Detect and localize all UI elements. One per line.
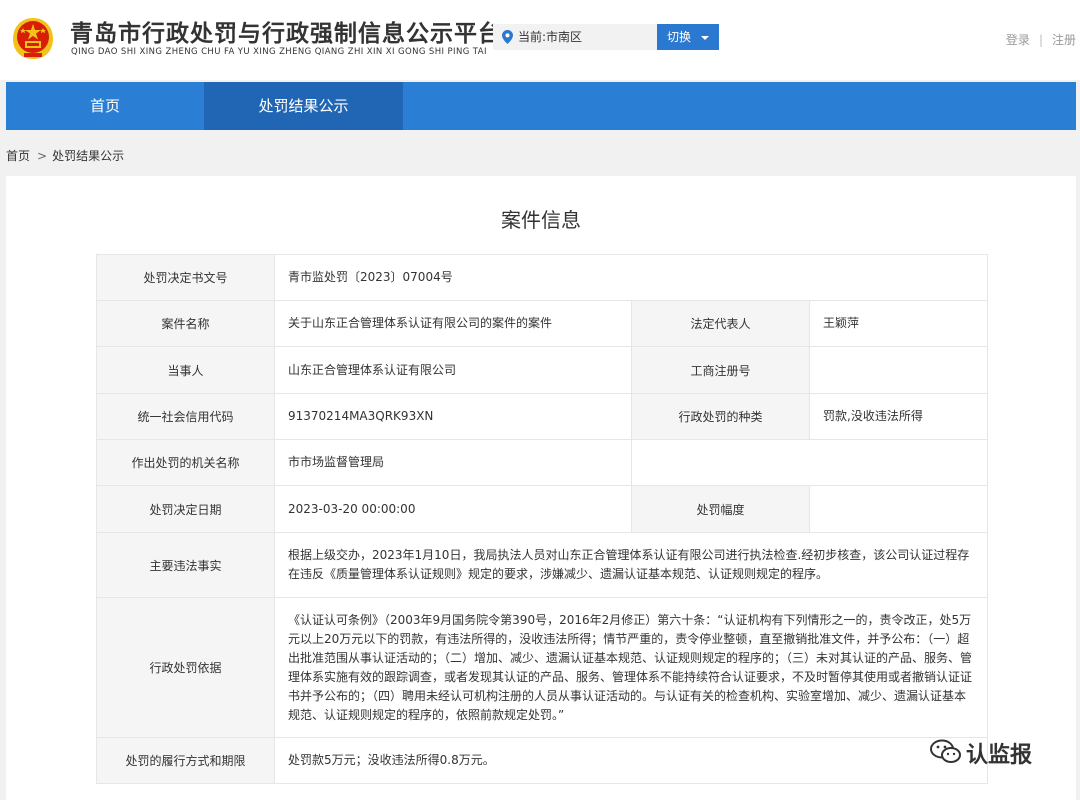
login-link[interactable]: 登录	[1006, 33, 1030, 47]
party-value: 山东正合管理体系认证有限公司	[275, 347, 632, 394]
reg-no-value	[810, 347, 988, 394]
decision-date-label: 处罚决定日期	[97, 486, 275, 533]
reg-no-label: 工商注册号	[632, 347, 810, 394]
penalty-type-value: 罚款,没收违法所得	[810, 394, 988, 440]
switch-location-button[interactable]: 切换	[657, 24, 719, 50]
location-label: 当前:市南区	[518, 30, 582, 44]
facts-value: 根据上级交办，2023年1月10日，我局执法人员对山东正合管理体系认证有限公司进…	[275, 533, 988, 598]
penalty-type-label: 行政处罚的种类	[632, 394, 810, 440]
table-row: 处罚决定书文号 青市监处罚〔2023〕07004号	[97, 255, 988, 301]
breadcrumb-home[interactable]: 首页	[6, 149, 30, 163]
penalty-range-value	[810, 486, 988, 533]
basis-value: 《认证认可条例》（2003年9月国务院令第390号，2016年2月修正）第六十条…	[275, 598, 988, 738]
auth-divider: |	[1039, 33, 1043, 47]
top-header: 青岛市行政处罚与行政强制信息公示平台 QING DAO SHI XING ZHE…	[0, 0, 1080, 80]
authority-value: 市市场监督管理局	[275, 440, 632, 486]
watermark-text: 认监报	[966, 737, 1032, 769]
table-row: 行政处罚依据 《认证认可条例》（2003年9月国务院令第390号，2016年2月…	[97, 598, 988, 738]
switch-label: 切换	[667, 30, 691, 44]
location-pin-icon	[502, 30, 513, 44]
table-row: 处罚的履行方式和期限 处罚款5万元；没收违法所得0.8万元。	[97, 738, 988, 784]
legal-rep-value: 王颖萍	[810, 301, 988, 347]
wechat-icon	[930, 739, 962, 765]
table-row: 处罚决定日期 2023-03-20 00:00:00 处罚幅度	[97, 486, 988, 533]
breadcrumb-separator: >	[37, 149, 47, 163]
register-link[interactable]: 注册	[1052, 33, 1076, 47]
table-row: 统一社会信用代码 91370214MA3QRK93XN 行政处罚的种类 罚款,没…	[97, 394, 988, 440]
case-panel: 案件信息 处罚决定书文号 青市监处罚〔2023〕07004号 案件名称 关于山东…	[6, 176, 1076, 800]
decision-date-value: 2023-03-20 00:00:00	[275, 486, 632, 533]
credit-code-label: 统一社会信用代码	[97, 394, 275, 440]
case-name-label: 案件名称	[97, 301, 275, 347]
credit-code-value: 91370214MA3QRK93XN	[275, 394, 632, 440]
national-emblem-icon	[10, 13, 56, 61]
doc-no-label: 处罚决定书文号	[97, 255, 275, 301]
case-name-value: 关于山东正合管理体系认证有限公司的案件的案件	[275, 301, 632, 347]
breadcrumb: 首页 > 处罚结果公示	[6, 147, 124, 164]
party-label: 当事人	[97, 347, 275, 394]
nav-item-penalty-results[interactable]: 处罚结果公示	[204, 82, 403, 130]
facts-label: 主要违法事实	[97, 533, 275, 598]
empty-cell	[632, 440, 988, 486]
performance-label: 处罚的履行方式和期限	[97, 738, 275, 784]
case-info-table: 处罚决定书文号 青市监处罚〔2023〕07004号 案件名称 关于山东正合管理体…	[96, 254, 988, 784]
performance-value: 处罚款5万元；没收违法所得0.8万元。	[275, 738, 988, 784]
current-location: 当前:市南区	[493, 24, 657, 50]
authority-label: 作出处罚的机关名称	[97, 440, 275, 486]
table-row: 作出处罚的机关名称 市市场监督管理局	[97, 440, 988, 486]
site-title: 青岛市行政处罚与行政强制信息公示平台	[70, 14, 502, 48]
site-pinyin: QING DAO SHI XING ZHENG CHU FA YU XING Z…	[71, 47, 487, 57]
page-title: 案件信息	[6, 204, 1076, 233]
caret-down-icon	[701, 36, 709, 40]
table-row: 案件名称 关于山东正合管理体系认证有限公司的案件的案件 法定代表人 王颖萍	[97, 301, 988, 347]
breadcrumb-current: 处罚结果公示	[52, 149, 124, 163]
main-nav: 首页 处罚结果公示	[6, 82, 1076, 130]
doc-no-value: 青市监处罚〔2023〕07004号	[275, 255, 988, 301]
table-row: 当事人 山东正合管理体系认证有限公司 工商注册号	[97, 347, 988, 394]
table-row: 主要违法事实 根据上级交办，2023年1月10日，我局执法人员对山东正合管理体系…	[97, 533, 988, 598]
penalty-range-label: 处罚幅度	[632, 486, 810, 533]
basis-label: 行政处罚依据	[97, 598, 275, 738]
auth-links: 登录 | 注册	[1006, 31, 1076, 48]
legal-rep-label: 法定代表人	[632, 301, 810, 347]
nav-item-home[interactable]: 首页	[6, 82, 204, 130]
